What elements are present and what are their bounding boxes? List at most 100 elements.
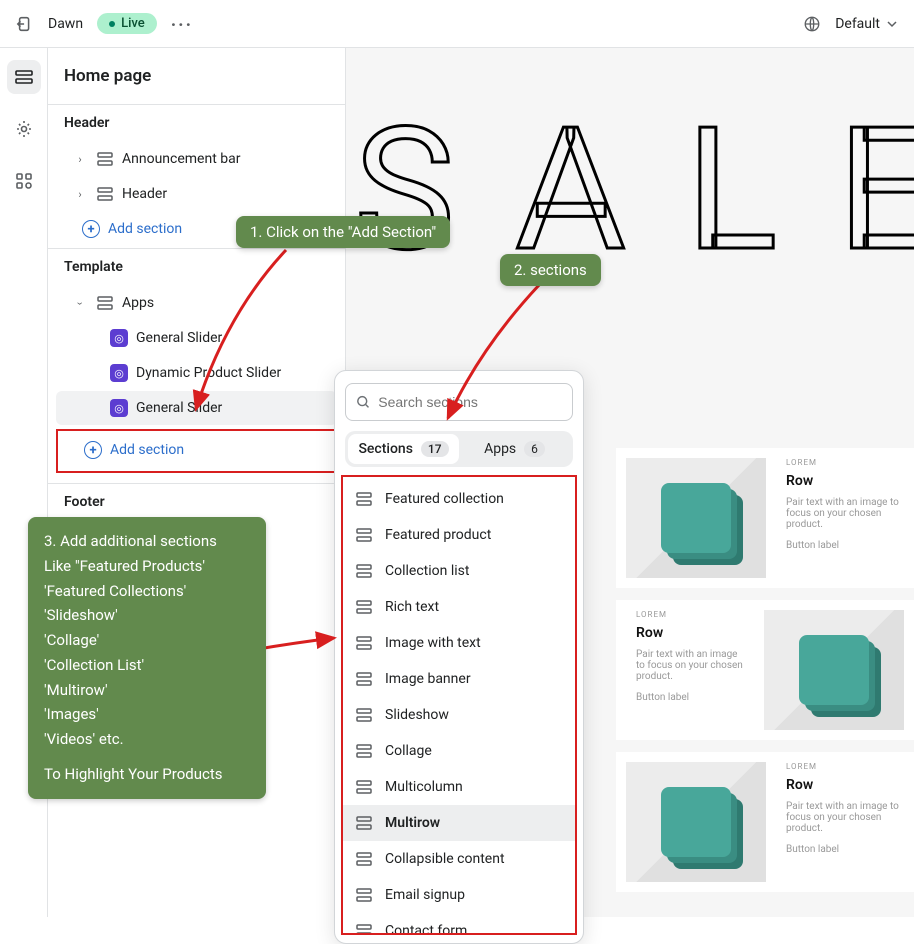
section-icon xyxy=(355,490,373,508)
add-section-popover: Sections 17 Apps 6 Featured collectionFe… xyxy=(334,370,584,944)
rail-apps-icon[interactable] xyxy=(7,164,41,198)
more-icon[interactable]: ··· xyxy=(171,15,193,33)
section-option[interactable]: Rich text xyxy=(343,589,575,625)
search-icon xyxy=(356,394,370,410)
section-option[interactable]: Featured collection xyxy=(343,481,575,517)
callout-1: 1. Click on the "Add Section" xyxy=(236,216,450,248)
app-block-icon: ◎ xyxy=(110,399,128,417)
locale-select[interactable]: Default xyxy=(835,16,898,32)
tab-label: Apps xyxy=(484,441,516,457)
row-small: Lorem xyxy=(786,458,904,467)
callout-3: 3. Add additional sectionsLike "Featured… xyxy=(28,517,266,799)
plus-circle-icon: + xyxy=(84,441,102,459)
add-section-template[interactable]: + Add section xyxy=(58,433,335,469)
chevron-right-icon: › xyxy=(72,188,88,201)
section-option-label: Contact form xyxy=(385,923,467,935)
tshirt-icon xyxy=(799,635,869,705)
chevron-down-icon xyxy=(886,18,898,30)
group-footer: Footer xyxy=(48,484,345,520)
add-section-label: Add section xyxy=(110,442,184,458)
section-option[interactable]: Multirow xyxy=(343,805,575,841)
chevron-down-icon: › xyxy=(74,295,87,311)
chevron-right-icon: › xyxy=(72,153,88,166)
row-title: Row xyxy=(786,777,904,793)
arrow-red-2 xyxy=(440,278,560,428)
section-option[interactable]: Collapsible content xyxy=(343,841,575,877)
tab-count: 6 xyxy=(524,441,545,457)
add-section-highlight: + Add section xyxy=(56,429,337,473)
row-blurb: Pair text with an image to focus on your… xyxy=(786,801,904,834)
popover-tabs: Sections 17 Apps 6 xyxy=(345,431,573,467)
section-option[interactable]: Featured product xyxy=(343,517,575,553)
sale-letter: S xyxy=(354,90,455,290)
page-title: Home page xyxy=(48,48,345,104)
section-option[interactable]: Slideshow xyxy=(343,697,575,733)
arrow-red-1 xyxy=(186,244,306,424)
section-option-label: Featured collection xyxy=(385,491,504,507)
preview-thumb xyxy=(626,762,766,882)
tab-count: 17 xyxy=(421,441,449,457)
app-block-icon: ◎ xyxy=(110,329,128,347)
section-icon xyxy=(355,814,373,832)
sale-heading: S A L E xyxy=(354,90,914,290)
tab-label: Sections xyxy=(358,441,412,457)
live-badge: Live xyxy=(97,13,157,34)
section-option[interactable]: Collection list xyxy=(343,553,575,589)
row-btn: Button label xyxy=(636,692,744,703)
tree-label: Announcement bar xyxy=(122,151,241,167)
tshirt-icon xyxy=(661,787,731,857)
preview-thumb xyxy=(764,610,904,730)
section-list: Featured collection Featured product Colle… xyxy=(341,475,577,935)
section-option-label: Image with text xyxy=(385,635,481,651)
tab-sections[interactable]: Sections 17 xyxy=(348,434,459,464)
section-option[interactable]: Contact form xyxy=(343,913,575,935)
rail-sections-icon[interactable] xyxy=(7,60,41,94)
section-icon xyxy=(96,150,114,168)
group-header: Header xyxy=(48,105,345,141)
sale-letter: E xyxy=(837,90,914,290)
section-icon xyxy=(96,294,114,312)
tree-row-announcement[interactable]: › Announcement bar xyxy=(56,142,337,176)
section-option[interactable]: Collage xyxy=(343,733,575,769)
section-icon xyxy=(355,742,373,760)
tree-label: Apps xyxy=(122,295,154,311)
section-icon xyxy=(355,526,373,544)
preview-row-card: Lorem Row Pair text with an image to foc… xyxy=(616,600,914,740)
tshirt-icon xyxy=(661,483,731,553)
row-title: Row xyxy=(786,473,904,489)
section-option-label: Collection list xyxy=(385,563,469,579)
section-option[interactable]: Email signup xyxy=(343,877,575,913)
row-blurb: Pair text with an image to focus on your… xyxy=(786,497,904,530)
plus-circle-icon: + xyxy=(82,220,100,238)
section-option-label: Multirow xyxy=(385,815,440,831)
row-small: Lorem xyxy=(786,762,904,771)
preview-row-card: Lorem Row Pair text with an image to foc… xyxy=(616,448,914,588)
tree-label: Header xyxy=(122,186,167,202)
preview-thumb xyxy=(626,458,766,578)
preview-row-card: Lorem Row Pair text with an image to foc… xyxy=(616,752,914,892)
globe-icon[interactable] xyxy=(803,15,821,33)
app-block-icon: ◎ xyxy=(110,364,128,382)
tab-apps[interactable]: Apps 6 xyxy=(459,434,570,464)
section-option-label: Featured product xyxy=(385,527,491,543)
section-icon xyxy=(355,922,373,935)
section-icon xyxy=(96,185,114,203)
topbar: Dawn Live ··· Default xyxy=(0,0,914,48)
section-option[interactable]: Multicolumn xyxy=(343,769,575,805)
theme-name: Dawn xyxy=(48,16,83,32)
row-btn: Button label xyxy=(786,540,904,551)
section-option[interactable]: Image with text xyxy=(343,625,575,661)
section-option-label: Collage xyxy=(385,743,432,759)
rail-settings-icon[interactable] xyxy=(7,112,41,146)
section-option[interactable]: Image banner xyxy=(343,661,575,697)
exit-icon[interactable] xyxy=(16,15,34,33)
add-section-label: Add section xyxy=(108,221,182,237)
section-option-label: Slideshow xyxy=(385,707,449,723)
section-icon xyxy=(355,634,373,652)
tree-row-header[interactable]: › Header xyxy=(56,177,337,211)
section-icon xyxy=(355,598,373,616)
section-option-label: Image banner xyxy=(385,671,471,687)
section-icon xyxy=(355,562,373,580)
section-option-label: Multicolumn xyxy=(385,779,463,795)
row-btn: Button label xyxy=(786,844,904,855)
